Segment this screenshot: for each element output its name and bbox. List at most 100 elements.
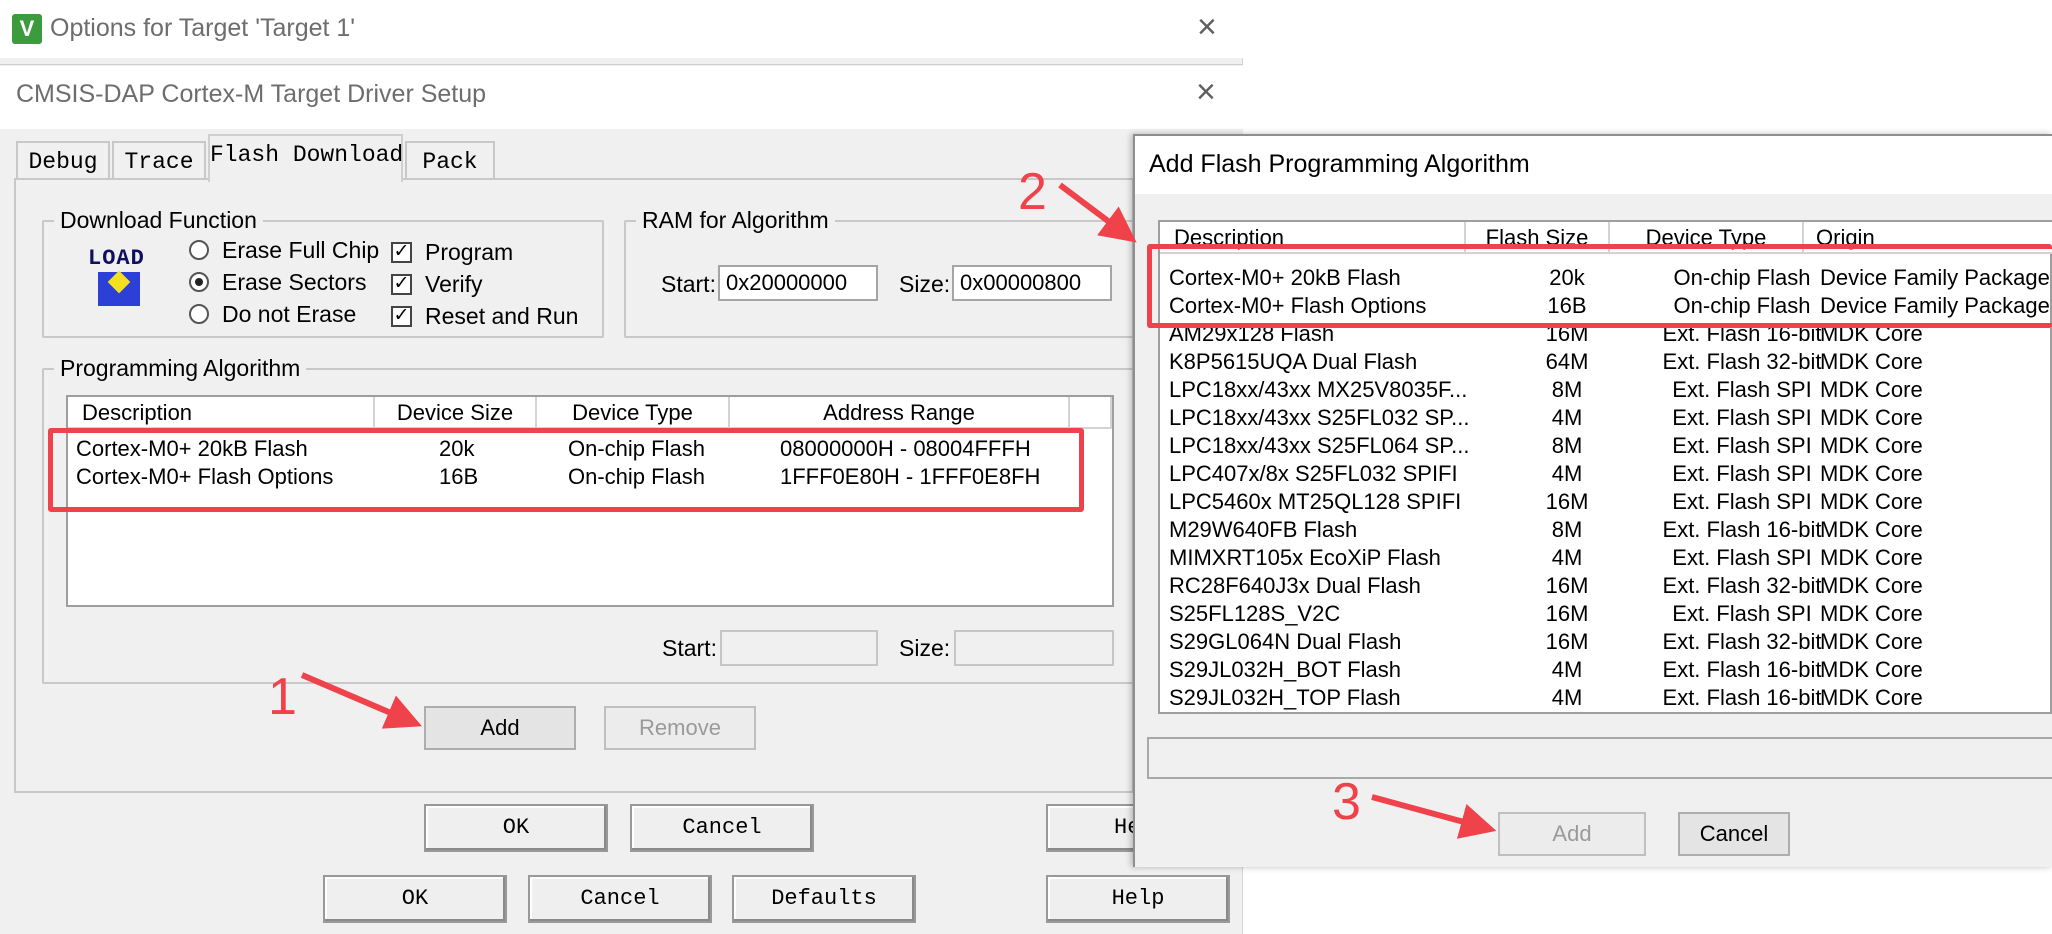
list-item[interactable]: LPC18xx/43xx S25FL064 SP... 8M Ext. Flash … — [1160, 432, 2050, 460]
driver-setup-title: CMSIS-DAP Cortex-M Target Driver Setup — [16, 80, 487, 108]
step-3-label: 3 — [1332, 773, 1361, 831]
outer-cancel-button[interactable]: Cancel — [528, 875, 712, 923]
program-checkbox[interactable]: ✓ — [391, 242, 412, 263]
flash-size-cell: 4M — [1551, 685, 1583, 710]
list-item[interactable]: S29JL032H_BOT Flash 4M Ext. Flash 16-bit MD… — [1160, 656, 2050, 684]
description-cell: S29JL032H_BOT Flash — [1169, 657, 1401, 682]
list-item[interactable]: K8P5615UQA Dual Flash 64M Ext. Flash 32-bi… — [1160, 348, 2050, 376]
list-item[interactable]: S29GL064N Dual Flash 16M Ext. Flash 32-bit… — [1160, 628, 2050, 656]
list-item[interactable]: LPC5460x MT25QL128 SPIFI 16M Ext. Flash SP… — [1160, 488, 2050, 516]
flash-size-cell: 16M — [1545, 489, 1589, 514]
inner-cancel-button[interactable]: Cancel — [630, 804, 814, 852]
flash-size-cell: 4M — [1551, 657, 1583, 682]
algorithm-start-input[interactable] — [720, 630, 878, 666]
algorithm-size-input[interactable] — [954, 630, 1114, 666]
step-2-label: 2 — [1018, 163, 1047, 221]
description-cell: LPC18xx/43xx MX25V8035F... — [1169, 377, 1468, 402]
highlight-box-device-family-algorithms — [1147, 244, 2052, 328]
flash-size-cell: 16M — [1545, 601, 1589, 626]
origin-cell: MDK Core — [1820, 489, 1923, 514]
ram-size-input[interactable]: 0x00000800 — [952, 265, 1112, 301]
close-icon[interactable]: × — [1196, 75, 1216, 109]
do-not-erase-label: Do not Erase — [222, 301, 357, 327]
download-function-legend: Download Function — [54, 207, 263, 234]
list-item[interactable]: MIMXRT105x EcoXiP Flash 4M Ext. Flash SPI M… — [1160, 544, 2050, 572]
list-item[interactable]: LPC407x/8x S25FL032 SPIFI 4M Ext. Flash SP… — [1160, 460, 2050, 488]
device-type-cell: Ext. Flash SPI — [1672, 461, 1812, 486]
step-1-label: 1 — [268, 668, 297, 726]
device-type-cell: Ext. Flash SPI — [1672, 405, 1812, 430]
origin-cell: MDK Core — [1820, 657, 1923, 682]
tab-debug[interactable]: Debug — [16, 141, 110, 183]
flash-size-cell: 8M — [1551, 433, 1583, 458]
flash-size-cell: 4M — [1551, 405, 1583, 430]
reset-and-run-checkbox[interactable]: ✓ — [391, 306, 412, 327]
description-cell: S25FL128S_V2C — [1169, 601, 1341, 626]
list-item[interactable]: LPC18xx/43xx MX25V8035F... 8M Ext. Flash S… — [1160, 376, 2050, 404]
description-cell: S29JL032H_TOP Flash — [1169, 685, 1401, 710]
close-icon[interactable]: × — [1197, 10, 1217, 44]
add-button[interactable]: Add — [424, 706, 576, 750]
dialog-cancel-button[interactable]: Cancel — [1678, 812, 1790, 856]
algorithm-start-label: Start: — [662, 635, 717, 661]
flash-size-cell: 16M — [1545, 629, 1589, 654]
device-type-cell: Ext. Flash 16-bit — [1662, 517, 1822, 542]
tab-trace[interactable]: Trace — [112, 141, 206, 183]
options-window-title: Options for Target 'Target 1' — [50, 14, 356, 42]
do-not-erase-radio[interactable] — [189, 304, 209, 324]
description-cell: M29W640FB Flash — [1169, 517, 1358, 542]
tab-flash-download[interactable]: Flash Download — [208, 134, 403, 182]
column-header-description[interactable]: Description — [68, 397, 375, 429]
flash-size-cell: 64M — [1545, 349, 1589, 374]
column-header-empty — [1070, 397, 1112, 429]
outer-defaults-button[interactable]: Defaults — [732, 875, 916, 923]
ram-size-label: Size: — [899, 271, 951, 297]
origin-cell: MDK Core — [1820, 573, 1923, 598]
device-type-cell: Ext. Flash SPI — [1672, 545, 1812, 570]
list-item[interactable]: S29JL032H_TOP Flash 4M Ext. Flash 16-bit MD… — [1160, 684, 2050, 712]
origin-cell: MDK Core — [1820, 545, 1923, 570]
app-icon: V — [12, 14, 42, 44]
algorithm-size-label: Size: — [899, 635, 951, 661]
column-header-device-type[interactable]: Device Type — [537, 397, 730, 429]
device-type-cell: Ext. Flash SPI — [1672, 377, 1812, 402]
erase-sectors-radio[interactable] — [189, 272, 209, 292]
device-type-cell: Ext. Flash SPI — [1672, 601, 1812, 626]
highlight-box-current-algorithms — [48, 428, 1084, 512]
remove-button[interactable]: Remove — [604, 706, 756, 750]
flash-size-cell: 4M — [1551, 545, 1583, 570]
origin-cell: MDK Core — [1820, 349, 1923, 374]
origin-cell: MDK Core — [1820, 433, 1923, 458]
list-item[interactable]: RC28F640J3x Dual Flash 16M Ext. Flash 32-b… — [1160, 572, 2050, 600]
tab-pack[interactable]: Pack — [405, 141, 495, 183]
outer-ok-button[interactable]: OK — [323, 875, 507, 923]
origin-cell: MDK Core — [1820, 405, 1923, 430]
inner-help-button[interactable]: He — [1046, 804, 1146, 852]
ram-for-algorithm-legend: RAM for Algorithm — [636, 207, 835, 234]
erase-sectors-label: Erase Sectors — [222, 269, 367, 295]
description-cell: LPC407x/8x S25FL032 SPIFI — [1169, 461, 1458, 486]
list-item[interactable]: M29W640FB Flash 8M Ext. Flash 16-bit MDK Co… — [1160, 516, 2050, 544]
origin-cell: MDK Core — [1820, 377, 1923, 402]
driver-setup-titlebar: CMSIS-DAP Cortex-M Target Driver Setup × — [0, 66, 1243, 129]
outer-help-button[interactable]: Help — [1046, 875, 1230, 923]
device-type-cell: Ext. Flash SPI — [1672, 489, 1812, 514]
list-item[interactable]: LPC18xx/43xx S25FL032 SP... 4M Ext. Flash … — [1160, 404, 2050, 432]
ram-start-label: Start: — [661, 271, 716, 297]
flash-size-cell: 8M — [1551, 377, 1583, 402]
description-cell: LPC5460x MT25QL128 SPIFI — [1169, 489, 1462, 514]
program-label: Program — [425, 239, 514, 265]
column-header-address-range[interactable]: Address Range — [730, 397, 1070, 429]
column-header-device-size[interactable]: Device Size — [375, 397, 537, 429]
description-cell: S29GL064N Dual Flash — [1169, 629, 1402, 654]
add-flash-algorithm-titlebar: Add Flash Programming Algorithm — [1135, 136, 2052, 194]
list-item[interactable]: S25FL128S_V2C 16M Ext. Flash SPI MDK Core — [1160, 600, 2050, 628]
erase-full-chip-radio[interactable] — [189, 240, 209, 260]
description-cell: K8P5615UQA Dual Flash — [1169, 349, 1418, 374]
dialog-add-button[interactable]: Add — [1498, 812, 1646, 856]
options-window-titlebar: V Options for Target 'Target 1' × — [0, 0, 1243, 58]
ram-start-input[interactable]: 0x20000000 — [718, 265, 878, 301]
inner-ok-button[interactable]: OK — [424, 804, 608, 852]
origin-cell: MDK Core — [1820, 461, 1923, 486]
verify-checkbox[interactable]: ✓ — [391, 274, 412, 295]
